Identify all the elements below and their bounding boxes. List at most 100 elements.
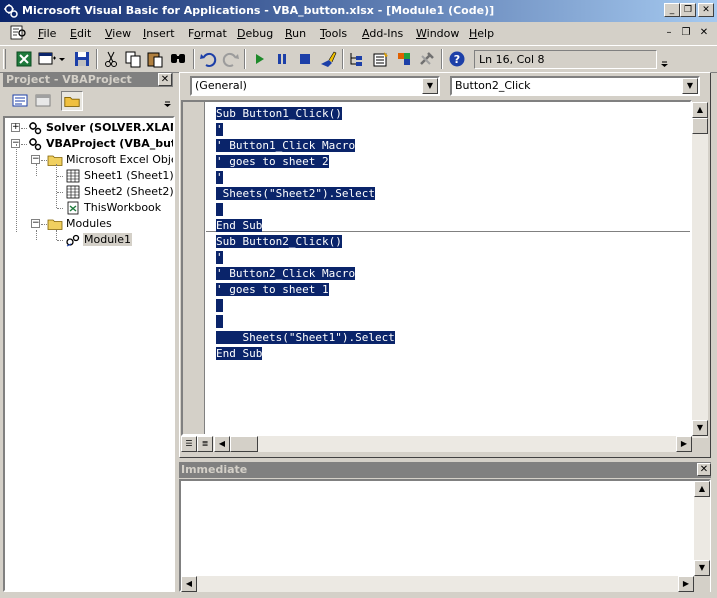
full-module-view-icon[interactable]: ≣ [197,436,213,452]
project-explorer-icon[interactable] [347,49,367,69]
paste-icon[interactable] [145,49,165,69]
tree-item[interactable]: Sheet1 (Sheet1) [65,168,173,184]
menu-item[interactable]: Run [285,27,306,40]
immediate-close-button[interactable]: ✕ [697,463,711,476]
code-line[interactable]: Sheets("Sheet2").Select [216,186,375,202]
redo-icon[interactable] [221,49,241,69]
view-object-icon[interactable] [32,91,54,111]
project-toolbar-options-icon[interactable] [163,90,173,112]
scroll-left-icon[interactable]: ◀ [181,576,197,592]
code-line[interactable]: ' [216,122,223,138]
find-icon[interactable] [168,49,188,69]
object-browser-icon[interactable] [394,49,414,69]
code-line[interactable]: End Sub [216,346,263,362]
mdi-restore-button[interactable]: ❐ [679,26,693,40]
menu-item[interactable]: Format [188,27,227,40]
tree-item[interactable]: ThisWorkbook [65,200,162,216]
code-vertical-scrollbar[interactable]: ▲ ▼ [692,102,708,438]
scroll-down-icon[interactable]: ▼ [694,560,710,576]
toggle-folders-icon[interactable] [61,91,83,111]
menu-item[interactable]: Help [469,27,494,40]
tree-item[interactable]: VBAProject (VBA_butt [27,136,173,152]
code-line[interactable]: ' goes to sheet 2 [216,154,329,170]
undo-icon[interactable] [198,49,218,69]
scroll-thumb[interactable] [692,118,708,134]
menu-item[interactable]: Window [416,27,459,40]
procedure-view-icon[interactable]: ☰ [181,436,197,452]
code-line[interactable] [216,202,223,218]
reset-icon[interactable] [295,49,315,69]
mdi-minimize-button[interactable]: – [662,26,676,40]
code-line[interactable]: End Sub [216,218,263,234]
copy-icon[interactable] [123,49,143,69]
selected-code-text: ' Button1_Click Macro [216,139,356,152]
code-line[interactable]: ' Button1_Click Macro [216,138,356,154]
code-editor[interactable]: Sub Button1_Click() ' ' Button1_Click Macr… [181,100,692,436]
code-margin[interactable] [183,102,205,434]
view-code-icon[interactable] [9,91,31,111]
tree-item[interactable]: Microsoft Excel Object [47,152,173,168]
menu-item[interactable]: Debug [237,27,273,40]
help-icon[interactable]: ? [447,49,467,69]
view-excel-icon[interactable] [14,49,34,69]
scroll-thumb[interactable] [230,436,258,452]
selected-code-text: ' [216,251,223,264]
minimize-button[interactable]: _ [664,3,680,17]
module-doc-icon[interactable] [10,25,28,41]
project-close-button[interactable]: ✕ [158,73,172,86]
expand-icon[interactable]: + [11,123,20,132]
properties-icon[interactable] [371,49,391,69]
immediate-vertical-scrollbar[interactable]: ▲ ▼ [694,481,710,576]
restore-button[interactable]: ❐ [680,3,696,17]
break-icon[interactable] [272,49,292,69]
chevron-down-icon[interactable]: ▼ [682,78,698,94]
code-horizontal-scrollbar[interactable]: ☰ ≣ ◀ ▶ [181,436,692,452]
object-combo[interactable]: (General) ▼ [190,76,440,96]
menu-item[interactable]: View [105,27,131,40]
immediate-horizontal-scrollbar[interactable]: ◀ ▶ [181,576,694,592]
tree-item[interactable]: Solver (SOLVER.XLAM) [27,120,173,136]
scroll-down-icon[interactable]: ▼ [692,420,708,436]
toolbar-grip[interactable] [3,49,6,69]
toolbar-options-icon[interactable] [660,50,669,70]
menu-item[interactable]: Add-Ins [362,27,403,40]
toolbox-icon[interactable] [417,49,437,69]
code-line[interactable]: ' goes to sheet 1 [216,282,329,298]
scroll-up-icon[interactable]: ▲ [692,102,708,118]
mdi-close-button[interactable]: ✕ [697,26,711,40]
code-line[interactable]: ' Button2_Click Macro [216,266,356,282]
design-mode-icon[interactable] [318,49,338,69]
menu-item[interactable]: Insert [143,27,175,40]
save-icon[interactable] [72,49,92,69]
chevron-down-icon[interactable]: ▼ [422,78,438,94]
scroll-right-icon[interactable]: ▶ [676,436,692,452]
collapse-icon[interactable]: − [31,219,40,228]
code-line[interactable]: ' [216,170,223,186]
run-icon[interactable] [249,49,269,69]
insert-dropdown-icon[interactable] [52,49,65,69]
tree-connector [57,192,63,193]
code-line[interactable] [216,314,223,330]
code-line[interactable]: ' [216,250,223,266]
selected-code-text: Sheets("Sheet1").Select [216,331,395,344]
collapse-icon[interactable]: − [31,155,40,164]
tree-item[interactable]: Sheet2 (Sheet2) [65,184,173,200]
tree-connector [57,176,63,177]
tree-item[interactable]: Module1 [65,232,132,248]
scroll-left-icon[interactable]: ◀ [214,436,230,452]
cut-icon[interactable] [101,49,121,69]
procedure-combo[interactable]: Button2_Click ▼ [450,76,700,96]
code-line[interactable]: Sub Button1_Click() [216,106,342,122]
code-line[interactable]: Sheets("Sheet1").Select [216,330,395,346]
menu-item[interactable]: Edit [70,27,91,40]
menu-item[interactable]: Tools [320,27,347,40]
menu-label: ile [43,27,57,40]
code-line[interactable]: Sub Button2_Click() [216,234,342,250]
scroll-right-icon[interactable]: ▶ [678,576,694,592]
menu-item[interactable]: File [38,27,56,40]
scroll-up-icon[interactable]: ▲ [694,481,710,497]
selected-code-text: ' Button2_Click Macro [216,267,356,280]
close-button[interactable]: ✕ [698,3,714,17]
code-line[interactable] [216,298,223,314]
tree-connector [56,164,57,208]
